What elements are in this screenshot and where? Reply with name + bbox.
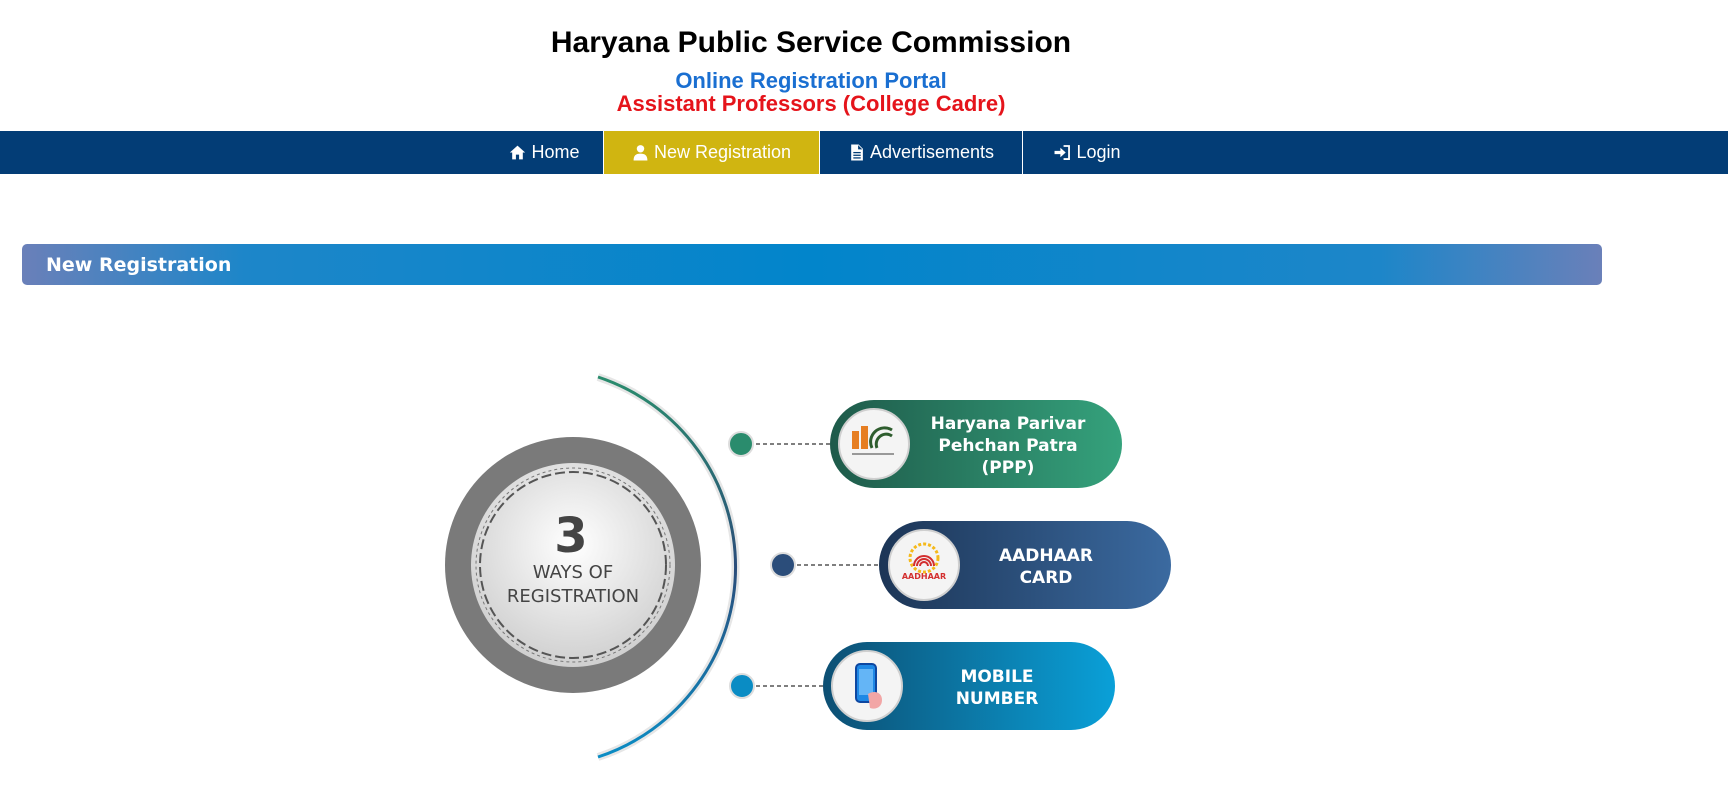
main-navbar: Home New Registration Advertisements Log… <box>0 131 1728 174</box>
nav-new-registration-label: New Registration <box>653 142 792 162</box>
login-icon <box>1055 145 1071 160</box>
section-header-bar: New Registration <box>22 244 1602 285</box>
section-title: New Registration <box>46 254 232 276</box>
registration-methods-infographic: 3 WAYS OF REGISTRATION Haryana Parivar P… <box>430 360 1190 780</box>
aadhaar-logo-text: AADHAAR <box>902 572 946 581</box>
mobile-line2: NUMBER <box>956 689 1039 709</box>
ppp-line3: (PPP) <box>982 458 1035 478</box>
center-badge: 3 WAYS OF REGISTRATION <box>445 437 701 693</box>
dot-ppp <box>728 431 754 457</box>
aadhaar-line1: AADHAAR <box>999 546 1093 566</box>
page-header: Haryana Public Service Commission Online… <box>0 0 1728 130</box>
ppp-line2: Pehchan Patra <box>938 436 1077 456</box>
option-ppp[interactable]: Haryana Parivar Pehchan Patra (PPP) <box>830 400 1122 488</box>
nav-home[interactable]: Home <box>486 131 603 174</box>
nav-login-label: Login <box>1076 142 1121 162</box>
file-icon <box>851 144 863 161</box>
center-line1: WAYS OF <box>533 562 613 583</box>
page-title: Haryana Public Service Commission <box>550 26 1072 59</box>
center-number: 3 <box>554 508 587 564</box>
home-icon <box>510 145 526 160</box>
ppp-line1: Haryana Parivar <box>931 414 1086 434</box>
user-icon <box>633 145 648 161</box>
nav-login[interactable]: Login <box>1022 131 1152 174</box>
option-aadhaar[interactable]: AADHAAR AADHAAR CARD <box>879 521 1171 609</box>
mobile-line1: MOBILE <box>960 667 1033 687</box>
nav-home-label: Home <box>531 142 580 162</box>
center-line2: REGISTRATION <box>507 586 639 607</box>
nav-advertisements-label: Advertisements <box>869 142 995 162</box>
option-mobile[interactable]: MOBILE NUMBER <box>823 642 1115 730</box>
cadre-subtitle: Assistant Professors (College Cadre) <box>616 91 1006 116</box>
aadhaar-line2: CARD <box>1020 568 1073 588</box>
nav-advertisements[interactable]: Advertisements <box>819 131 1022 174</box>
dot-mobile <box>729 673 755 699</box>
nav-new-registration[interactable]: New Registration <box>603 131 819 174</box>
dot-aadhaar <box>770 552 796 578</box>
